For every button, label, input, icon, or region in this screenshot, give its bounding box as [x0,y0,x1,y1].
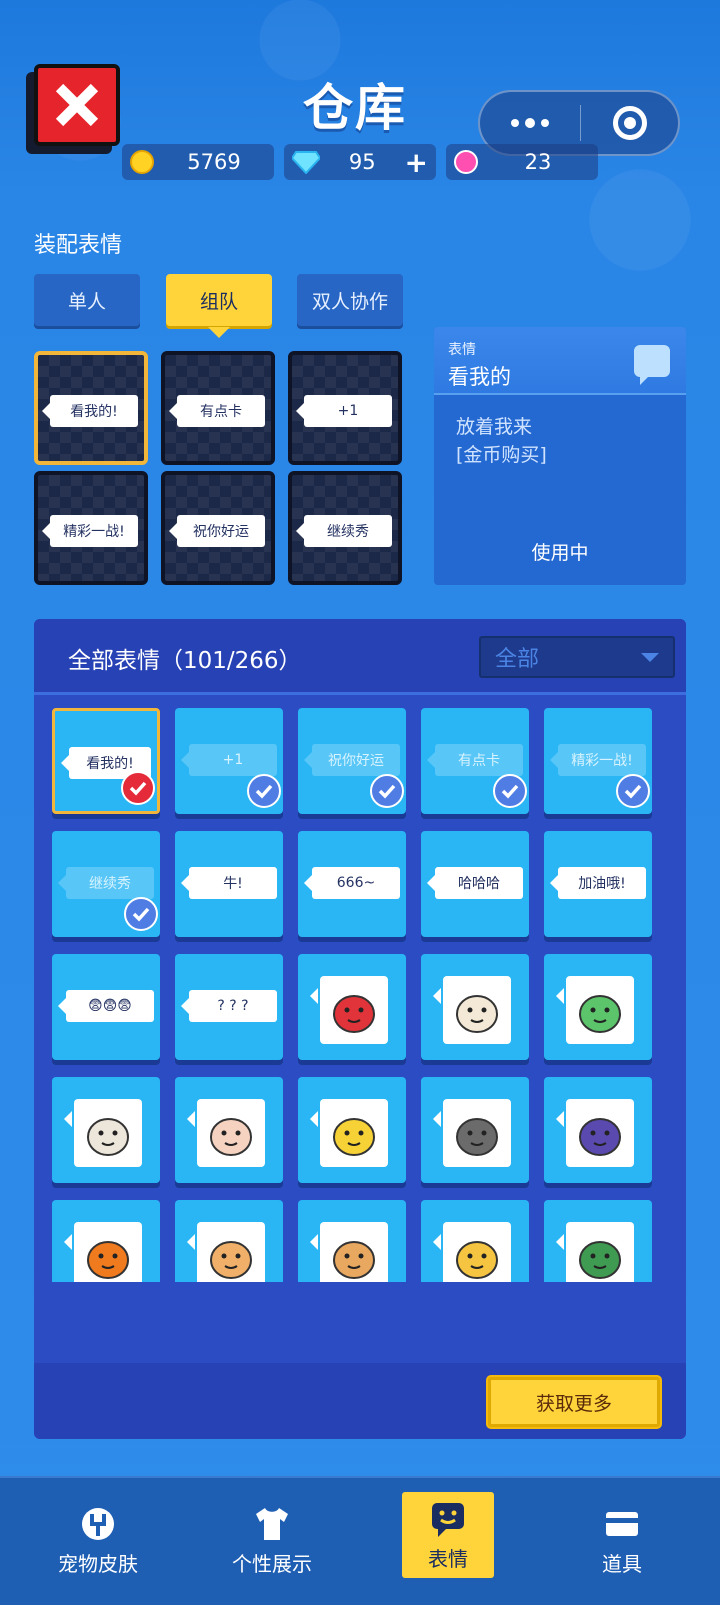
emote-card[interactable] [52,1200,160,1282]
emote-card[interactable] [421,954,529,1060]
check-icon [121,771,155,805]
bottom-nav: 宠物皮肤 个性展示 表情 道具 [0,1476,720,1605]
emote-card[interactable] [298,954,406,1060]
emote-grid: 看我的! +1 祝你好运 有点卡 精彩一战! 继续秀 牛! 666~ 哈哈哈 加油哦! 😨😨😨 ? ?… [34,698,686,1282]
emote-card[interactable] [175,1200,283,1282]
equip-slot-5[interactable]: 祝你好运 [161,471,275,585]
emote-card[interactable] [298,1200,406,1282]
pet-icon [82,1507,114,1540]
emoji-bubble-icon [634,345,670,385]
filter-dropdown[interactable]: 全部 [479,636,675,678]
shiba-sticker [187,1222,265,1282]
bull-sticker [433,1099,511,1167]
equip-slot-2[interactable]: 有点卡 [161,351,275,465]
emote-card[interactable]: 哈哈哈 [421,831,529,937]
jester-sticker [433,1222,511,1282]
close-button[interactable] [34,64,120,146]
emote-card[interactable]: ? ? ? [175,954,283,1060]
emote-card[interactable] [544,1077,652,1183]
collection-title: 全部表情（101/266） [68,648,302,674]
emote-text: 666~ [304,867,400,899]
tab-team[interactable]: 组队 [166,274,272,338]
shiba-sticker-2 [310,1222,388,1282]
detail-description: 放着我来 [456,416,533,438]
top-bar: 仓库 5769 95 + 23 [0,0,720,196]
emote-card[interactable]: 有点卡 [421,708,529,814]
mochi-sticker [556,1222,634,1282]
emoji-icon [432,1502,464,1537]
fire-rooster-sticker [310,976,388,1044]
emote-text: 有点卡 [427,744,523,776]
emote-card[interactable] [544,1200,652,1282]
nav-pet-skin[interactable]: 宠物皮肤 [38,1490,158,1590]
emote-card[interactable]: 祝你好运 [298,708,406,814]
equip-slot-6[interactable]: 继续秀 [288,471,402,585]
check-icon [370,774,404,808]
card-icon [606,1511,638,1536]
shirt-icon [256,1507,288,1540]
emote-card[interactable]: 加油哦! [544,831,652,937]
emote-card[interactable] [52,1077,160,1183]
rock-hand-sticker [187,1099,265,1167]
diamond-icon [292,151,320,174]
dinosaur-sticker [556,976,634,1044]
emote-text: ? ? ? [181,990,277,1022]
target-icon [612,106,647,140]
sheep-sticker [64,1099,142,1167]
check-icon [247,774,281,808]
emote-detail-card: 表情 看我的 放着我来 [金币购买] 使用中 [434,327,686,585]
emote-card[interactable] [544,954,652,1060]
lotus-icon [454,150,478,174]
coin-icon [130,150,154,174]
detail-source: [金币购买] [456,444,547,466]
emote-text: +1 [181,744,277,776]
check-icon [616,774,650,808]
equip-section-label: 装配表情 [34,233,123,258]
emote-text: 😨😨😨 [58,990,154,1022]
tab-solo[interactable]: 单人 [34,274,140,326]
emote-text: 牛! [181,867,277,899]
check-icon [124,897,158,931]
emote-text: 继续秀 [58,867,154,899]
diamond-counter: 95 + [284,144,436,180]
page-title: 仓库 [303,79,407,137]
get-more-button[interactable]: 获取更多 [488,1377,660,1427]
equip-slot-1[interactable]: 看我的! [34,351,148,465]
tab-duo[interactable]: 双人协作 [297,274,403,326]
lotus-counter: 23 [446,144,598,180]
exit-miniapp-button[interactable] [581,106,678,140]
wizard-hat-sticker [556,1099,634,1167]
chick-sticker [310,1099,388,1167]
emote-card[interactable]: 😨😨😨 [52,954,160,1060]
emote-card[interactable]: 精彩一战! [544,708,652,814]
equip-slot-4[interactable]: 精彩一战! [34,471,148,585]
emote-text: 精彩一战! [550,744,646,776]
rabbit-sticker [433,976,511,1044]
emote-card[interactable]: 看我的! [52,708,160,814]
add-diamond-button[interactable]: + [405,146,428,179]
emote-card[interactable]: 牛! [175,831,283,937]
chevron-down-icon [641,653,659,662]
pumpkin-sticker [64,1222,142,1282]
emote-collection-panel: 全部表情（101/266） 全部 看我的! +1 祝你好运 有点卡 精彩一战! 继续秀 牛!… [34,619,686,1439]
nav-profile-display[interactable]: 个性展示 [212,1490,332,1590]
emote-card[interactable]: 666~ [298,831,406,937]
emote-card[interactable] [421,1077,529,1183]
emote-card[interactable]: 继续秀 [52,831,160,937]
emote-card[interactable] [175,1077,283,1183]
equip-slot-3[interactable]: +1 [288,351,402,465]
emote-text: 加油哦! [550,867,646,899]
emote-text: 哈哈哈 [427,867,523,899]
emote-card[interactable] [298,1077,406,1183]
check-icon [493,774,527,808]
coin-counter: 5769 [122,144,274,180]
detail-status: 使用中 [531,542,589,564]
nav-items[interactable]: 道具 [562,1490,682,1590]
emote-card[interactable] [421,1200,529,1282]
emote-text: 祝你好运 [304,744,400,776]
emote-card[interactable]: +1 [175,708,283,814]
close-icon [55,83,99,127]
nav-emoji[interactable]: 表情 [402,1492,494,1578]
